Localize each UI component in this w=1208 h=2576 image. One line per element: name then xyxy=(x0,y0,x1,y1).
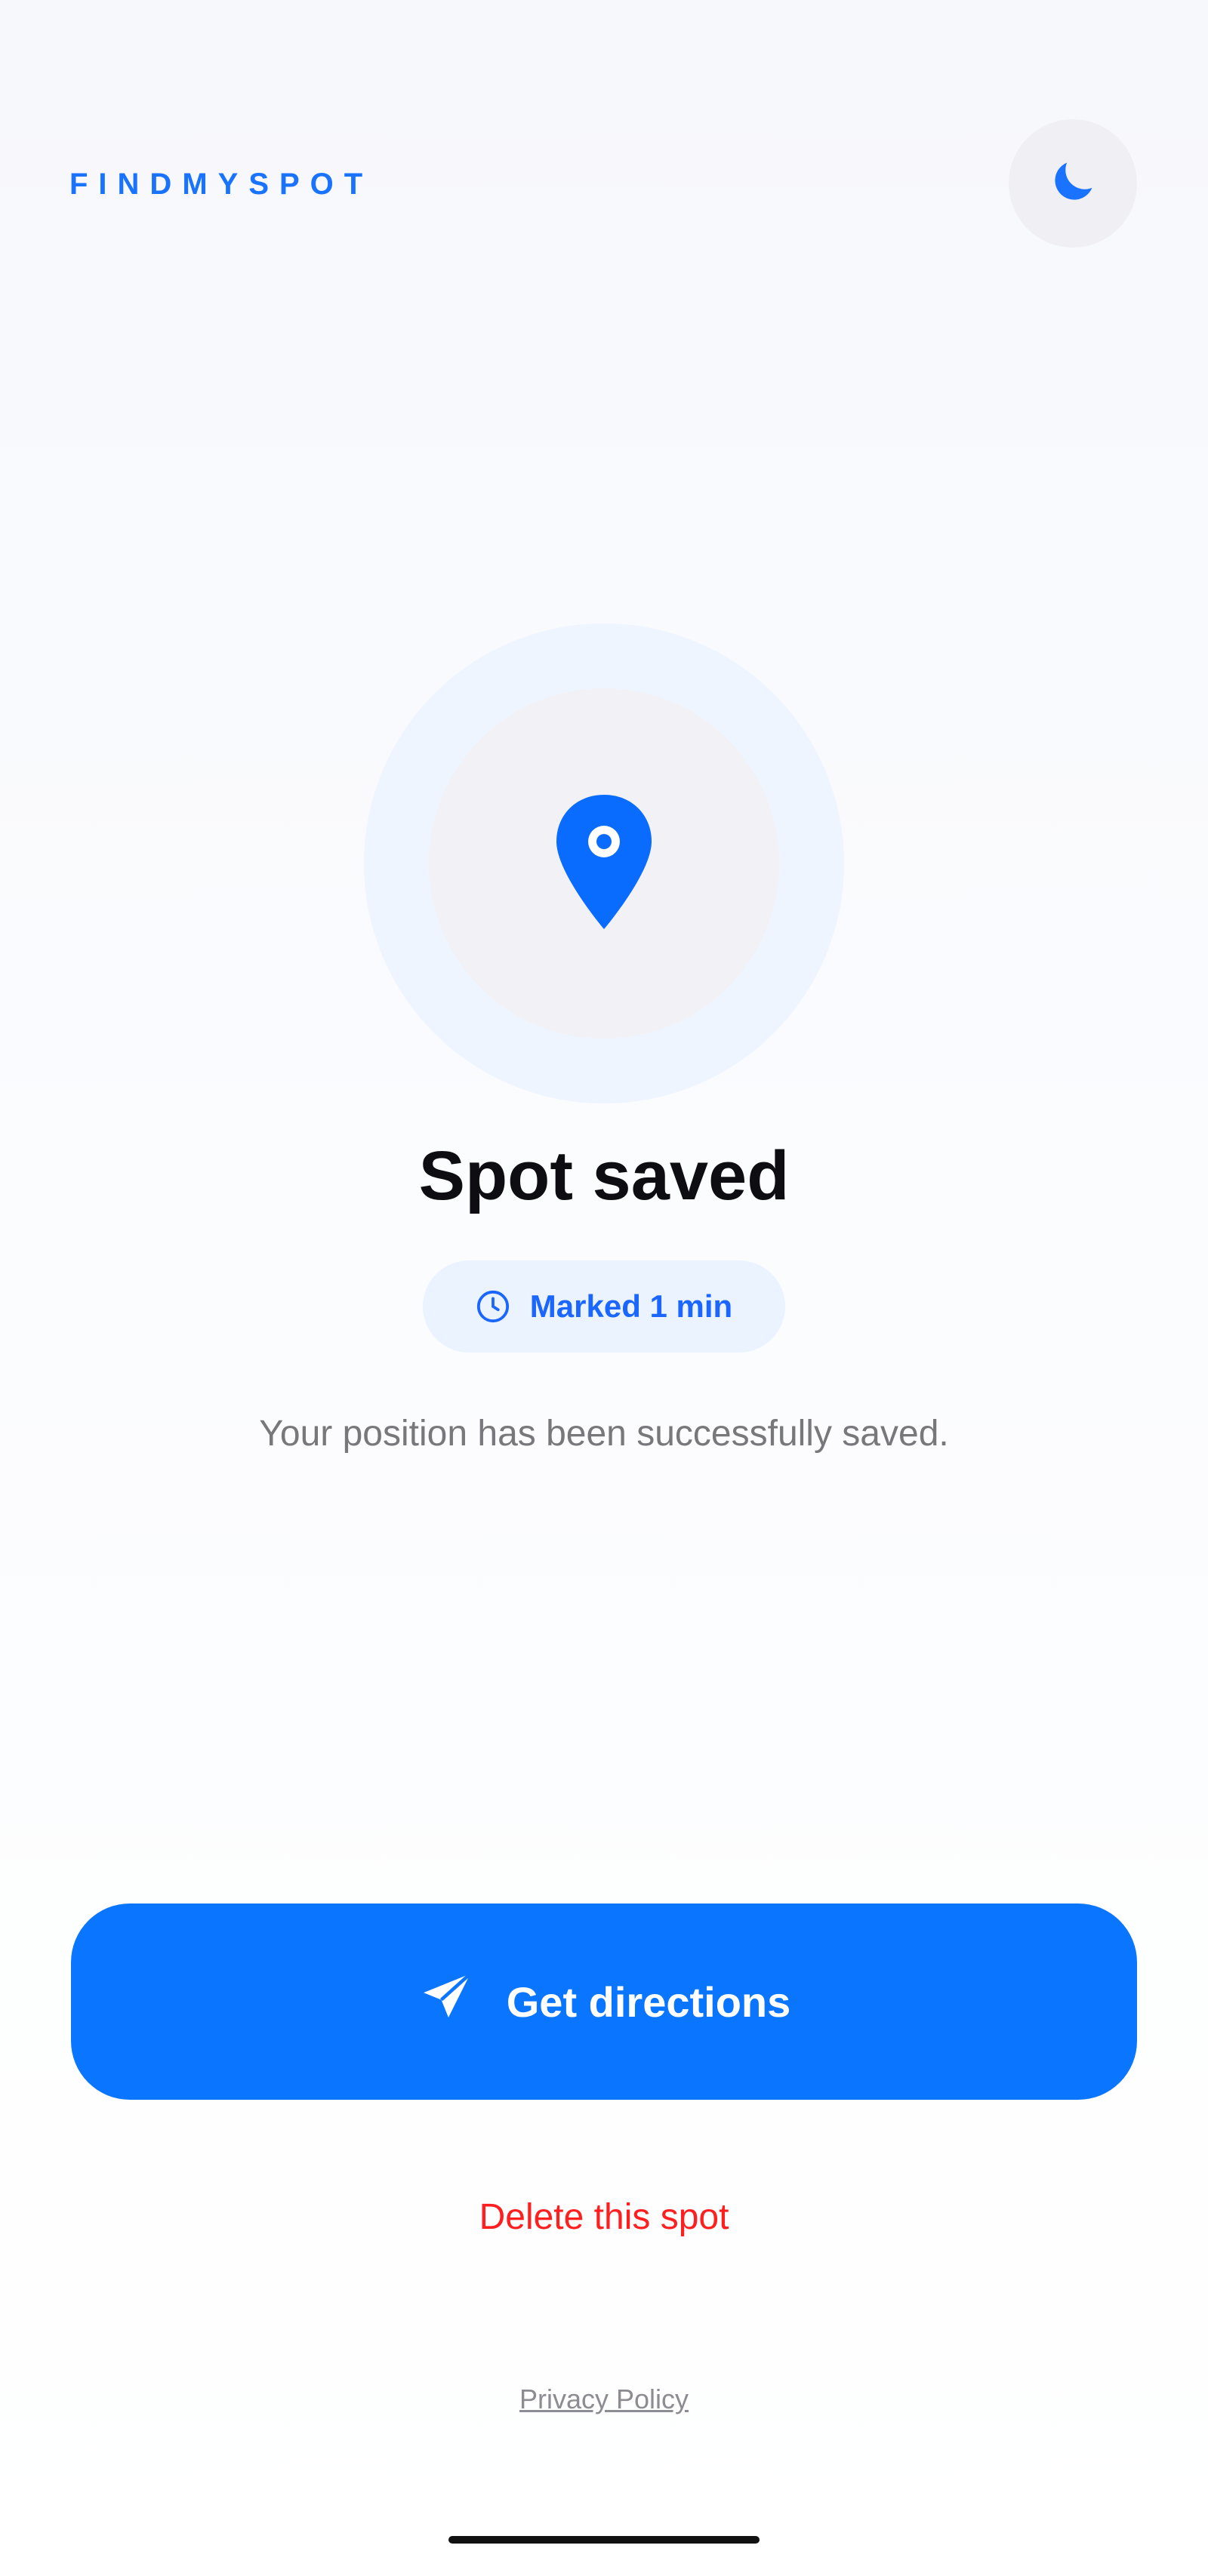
theme-toggle-button[interactable] xyxy=(1009,119,1137,248)
moon-icon xyxy=(1046,155,1100,213)
brand-logo: FINDMYSPOT xyxy=(69,168,374,201)
marked-time-label: Marked 1 min xyxy=(529,1288,733,1324)
home-indicator xyxy=(448,2536,760,2544)
page-title: Spot saved xyxy=(418,1137,790,1214)
get-directions-button[interactable]: Get directions xyxy=(71,1904,1137,2100)
saved-spot-screen: FINDMYSPOT Spot saved Marked 1 min Your xyxy=(0,0,1208,2576)
get-directions-label: Get directions xyxy=(506,1977,791,2026)
clock-icon xyxy=(476,1289,510,1324)
send-icon xyxy=(418,1968,476,2036)
marked-time-badge: Marked 1 min xyxy=(423,1260,785,1353)
location-pin-icon xyxy=(553,792,655,936)
privacy-policy-link[interactable]: Privacy Policy xyxy=(0,2384,1208,2415)
saved-confirmation-text: Your position has been successfully save… xyxy=(259,1414,949,1454)
delete-spot-link[interactable]: Delete this spot xyxy=(0,2196,1208,2238)
pin-halo-inner xyxy=(429,688,779,1039)
